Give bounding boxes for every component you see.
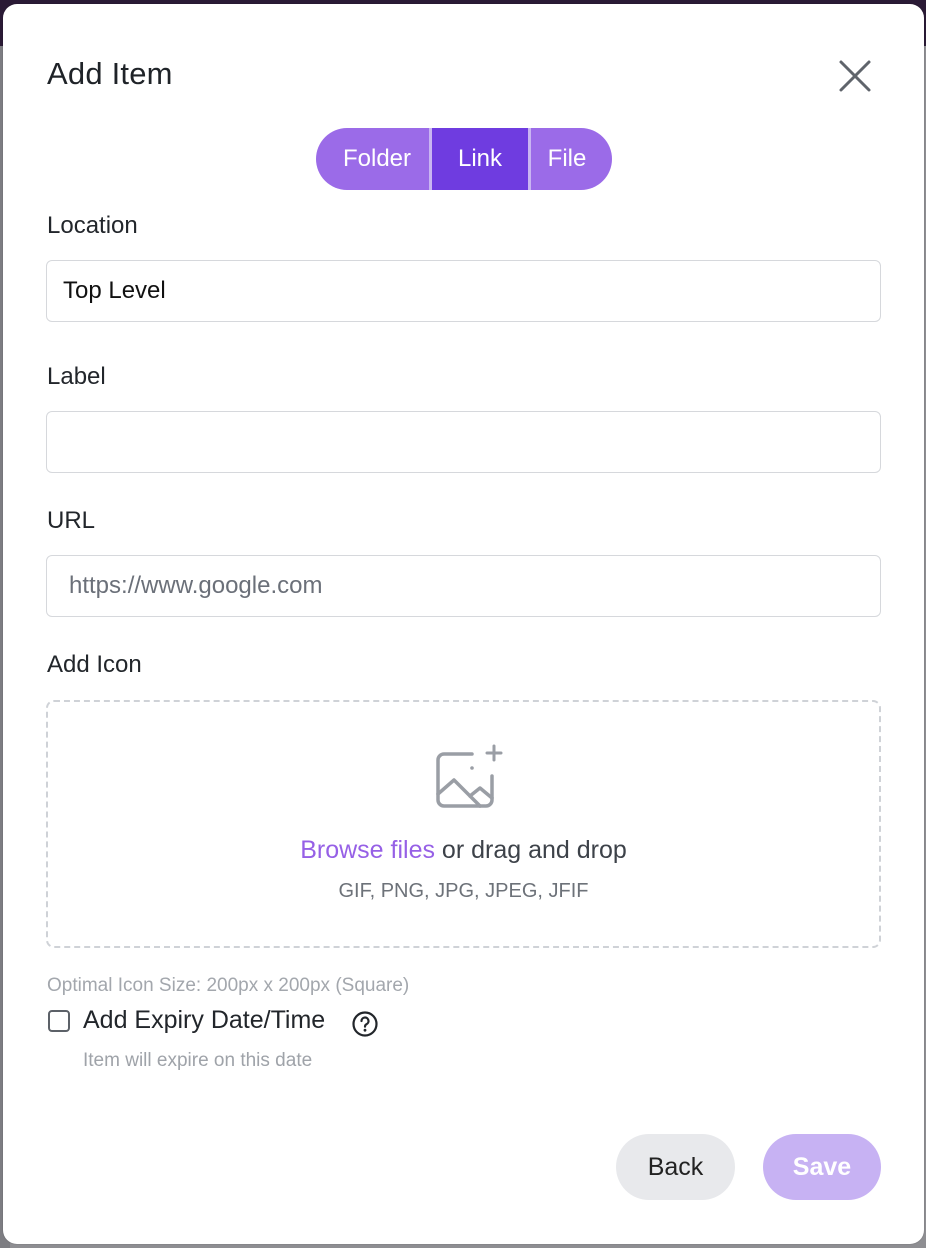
label-field-label: Label	[47, 363, 106, 390]
add-icon-label: Add Icon	[47, 651, 142, 678]
help-circle-icon[interactable]	[351, 1010, 379, 1038]
expiry-hint: Item will expire on this date	[83, 1050, 313, 1071]
label-input[interactable]	[46, 411, 881, 473]
expiry-checkbox[interactable]	[48, 1010, 70, 1032]
location-select[interactable]: Top Level	[46, 260, 881, 322]
browse-line: Browse files or drag and drop	[48, 836, 879, 865]
save-button[interactable]: Save	[763, 1134, 881, 1200]
accepted-formats: GIF, PNG, JPG, JPEG, JFIF	[338, 880, 589, 902]
close-button[interactable]	[833, 54, 877, 98]
add-item-dialog: Add Item Folder Link File Location Top L…	[3, 4, 924, 1244]
item-type-tabs: Folder Link File	[316, 128, 612, 190]
close-icon	[839, 60, 871, 92]
image-plus-icon	[436, 744, 503, 808]
tab-file[interactable]: File	[528, 128, 612, 190]
back-button[interactable]: Back	[616, 1134, 735, 1200]
drag-drop-text: or drag and drop	[441, 836, 627, 864]
url-label: URL	[47, 507, 96, 534]
dialog-title: Add Item	[47, 56, 173, 91]
tab-link[interactable]: Link	[432, 128, 528, 190]
location-label: Location	[47, 212, 138, 239]
expiry-label[interactable]: Add Expiry Date/Time	[83, 1006, 325, 1035]
location-value: Top Level	[63, 277, 166, 304]
url-input[interactable]: https://www.google.com	[46, 555, 881, 617]
browse-files-link[interactable]: Browse files	[300, 836, 435, 864]
tab-folder[interactable]: Folder	[316, 128, 432, 190]
icon-size-hint: Optimal Icon Size: 200px x 200px (Square…	[47, 975, 410, 996]
icon-dropzone[interactable]: Browse files or drag and drop GIF, PNG, …	[46, 700, 881, 948]
url-placeholder: https://www.google.com	[69, 572, 323, 599]
